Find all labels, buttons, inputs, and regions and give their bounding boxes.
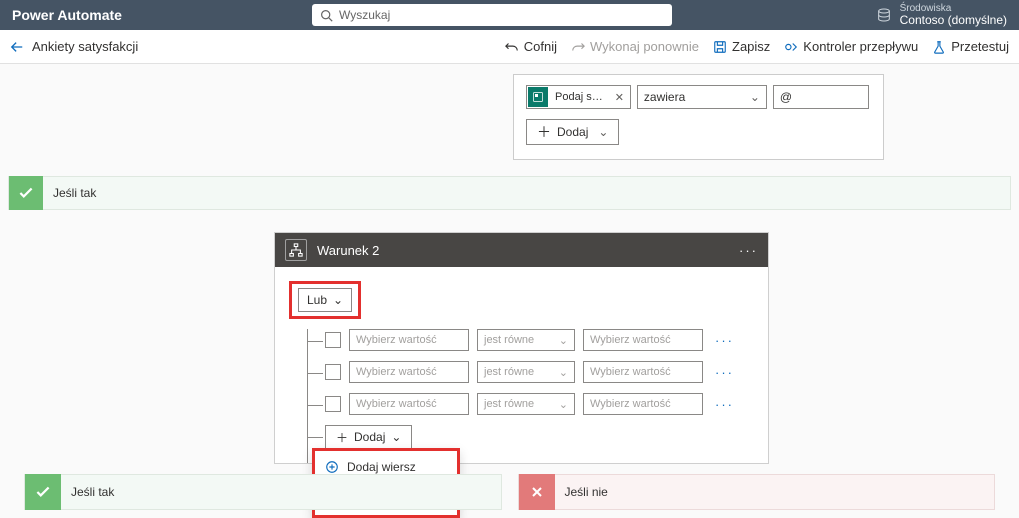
- row-menu-button[interactable]: ···: [715, 365, 734, 380]
- condition-1-body: Podaj s… ✕ zawiera ⌄ @ ＋ Dodaj ⌄: [513, 74, 884, 160]
- chevron-down-icon: ⌄: [559, 334, 568, 347]
- search-input[interactable]: Wyszukaj: [312, 4, 672, 26]
- token-remove-button[interactable]: ✕: [609, 91, 630, 104]
- condition-2-card: Warunek 2 ··· Lub ⌄ Wybierz wartość jest…: [274, 232, 769, 464]
- environment-name: Contoso (domyślne): [900, 14, 1007, 27]
- search-placeholder: Wyszukaj: [339, 8, 390, 22]
- condition-2-header[interactable]: Warunek 2 ···: [275, 233, 768, 267]
- branch-bars: Jeśli tak Jeśli nie: [24, 474, 995, 510]
- operator-select[interactable]: jest równe⌄: [477, 393, 575, 415]
- redo-button[interactable]: Wykonaj ponownie: [571, 39, 699, 54]
- row-menu-button[interactable]: ···: [715, 397, 734, 412]
- plus-icon: ＋: [537, 122, 551, 142]
- add-row-button[interactable]: ＋ Dodaj ⌄: [325, 425, 412, 449]
- chevron-down-icon: ⌄: [391, 430, 401, 444]
- flow-title: Ankiety satysfakcji: [32, 39, 138, 54]
- condition-row: Wybierz wartość jest równe⌄ Wybierz wart…: [289, 393, 754, 415]
- value1-input[interactable]: Wybierz wartość: [349, 361, 469, 383]
- value1-input[interactable]: Wybierz wartość: [349, 329, 469, 351]
- if-yes-label: Jeśli tak: [61, 485, 114, 499]
- operator-select[interactable]: zawiera ⌄: [637, 85, 767, 109]
- forms-icon: [528, 87, 548, 107]
- operator-select[interactable]: jest równe⌄: [477, 361, 575, 383]
- row-menu-button[interactable]: ···: [715, 333, 734, 348]
- if-yes-branch-2[interactable]: Jeśli tak: [24, 474, 502, 510]
- check-icon: [25, 474, 61, 510]
- dynamic-token[interactable]: Podaj s… ✕: [526, 85, 631, 109]
- chevron-down-icon: ⌄: [333, 293, 343, 307]
- card-menu-button[interactable]: ···: [739, 243, 758, 258]
- row-checkbox[interactable]: [325, 332, 341, 348]
- save-button[interactable]: Zapisz: [713, 39, 770, 54]
- test-button[interactable]: Przetestuj: [932, 39, 1009, 54]
- row-checkbox[interactable]: [325, 364, 341, 380]
- operator-select[interactable]: jest równe⌄: [477, 329, 575, 351]
- if-no-label: Jeśli nie: [555, 485, 608, 499]
- group-operator-select[interactable]: Lub ⌄: [298, 288, 352, 312]
- value-input[interactable]: @: [773, 85, 869, 109]
- condition-icon: [285, 239, 307, 261]
- row-checkbox[interactable]: [325, 396, 341, 412]
- chevron-down-icon: ⌄: [559, 398, 568, 411]
- chevron-down-icon: ⌄: [750, 90, 760, 104]
- if-yes-label: Jeśli tak: [43, 186, 96, 200]
- highlight-box: Lub ⌄: [289, 281, 361, 319]
- condition-2-title: Warunek 2: [317, 243, 379, 258]
- flow-checker-button[interactable]: Kontroler przepływu: [784, 39, 918, 54]
- value1-input[interactable]: Wybierz wartość: [349, 393, 469, 415]
- condition-row: Wybierz wartość jest równe⌄ Wybierz wart…: [289, 329, 754, 351]
- if-no-branch[interactable]: Jeśli nie: [518, 474, 996, 510]
- add-condition-button[interactable]: ＋ Dodaj ⌄: [526, 119, 619, 145]
- search-icon: [320, 9, 333, 22]
- condition-rows: Wybierz wartość jest równe⌄ Wybierz wart…: [289, 329, 754, 449]
- chevron-down-icon: ⌄: [559, 366, 568, 379]
- condition-row: Wybierz wartość jest równe⌄ Wybierz wart…: [289, 361, 754, 383]
- plus-icon: ＋: [336, 429, 348, 446]
- value2-input[interactable]: Wybierz wartość: [583, 361, 703, 383]
- value2-input[interactable]: Wybierz wartość: [583, 329, 703, 351]
- app-header: Power Automate Wyszukaj Środowiska Conto…: [0, 0, 1019, 30]
- if-yes-branch[interactable]: Jeśli tak: [8, 176, 1011, 210]
- back-button[interactable]: Ankiety satysfakcji: [10, 39, 138, 54]
- token-label: Podaj s…: [549, 91, 609, 103]
- environment-icon: [876, 7, 892, 23]
- brand-title: Power Automate: [12, 7, 122, 23]
- check-icon: [9, 176, 43, 210]
- undo-button[interactable]: Cofnij: [505, 39, 557, 54]
- chevron-down-icon: ⌄: [598, 125, 608, 139]
- close-icon: [519, 474, 555, 510]
- add-circle-icon: [325, 460, 339, 474]
- environment-picker[interactable]: Środowiska Contoso (domyślne): [876, 3, 1007, 27]
- value2-input[interactable]: Wybierz wartość: [583, 393, 703, 415]
- toolbar: Ankiety satysfakcji Cofnij Wykonaj ponow…: [0, 30, 1019, 64]
